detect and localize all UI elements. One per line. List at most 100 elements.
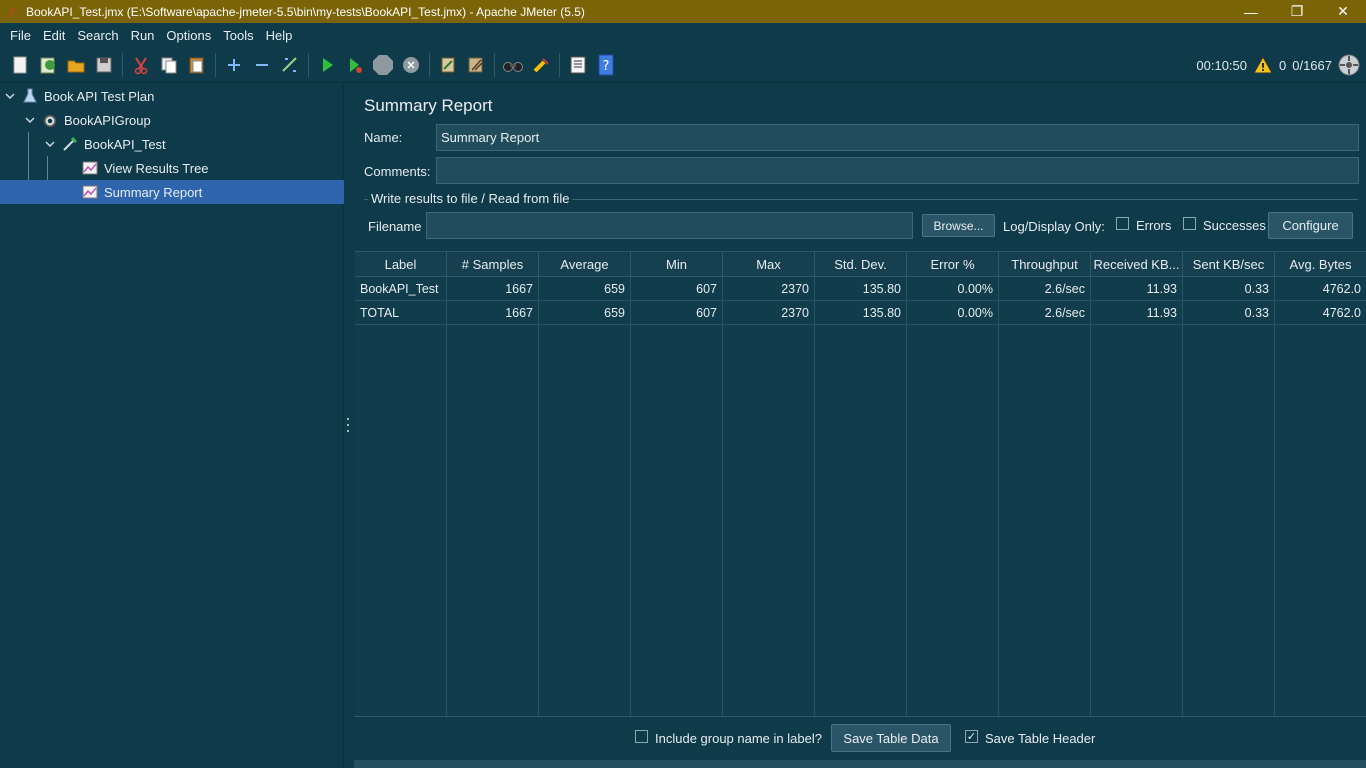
successes-checkbox[interactable]	[1183, 217, 1196, 230]
table-row[interactable]: TOTAL 1667 659 607 2370 135.80 0.00% 2.6…	[355, 301, 1366, 325]
tree-item-thread-group[interactable]: BookAPIGroup	[24, 108, 151, 132]
toolbar-separator	[215, 52, 216, 77]
column-header-label[interactable]: Label	[355, 252, 447, 276]
menu-bar: File Edit Search Run Options Tools Help	[0, 23, 1366, 47]
cut-icon[interactable]	[127, 51, 155, 79]
page-title: Summary Report	[364, 96, 493, 115]
table-cell: BookAPI_Test	[355, 277, 447, 300]
include-group-label: Include group name in label?	[655, 731, 822, 746]
comments-label: Comments:	[364, 164, 431, 179]
tree-item-summary-report[interactable]: Summary Report	[0, 180, 344, 204]
name-field[interactable]: Summary Report	[436, 124, 1359, 151]
chevron-down-icon[interactable]	[24, 114, 36, 126]
stop-icon[interactable]	[369, 51, 397, 79]
save-icon[interactable]	[90, 51, 118, 79]
open-icon[interactable]	[62, 51, 90, 79]
menu-help[interactable]: Help	[260, 28, 299, 43]
column-header-std-dev[interactable]: Std. Dev.	[815, 252, 907, 276]
table-cell: 607	[631, 301, 723, 324]
summary-report-panel: Summary Report Name: Summary Report Comm…	[354, 84, 1366, 768]
warning-icon[interactable]: !	[1253, 56, 1273, 74]
copy-icon[interactable]	[155, 51, 183, 79]
menu-search[interactable]: Search	[71, 28, 124, 43]
tree-item-test-plan[interactable]: Book API Test Plan	[4, 84, 154, 108]
close-button[interactable]: ✕	[1320, 0, 1366, 23]
start-no-pauses-icon[interactable]	[341, 51, 369, 79]
paste-icon[interactable]	[183, 51, 211, 79]
file-group-label: Write results to file / Read from file	[368, 191, 573, 206]
table-cell: 0.00%	[907, 277, 999, 300]
svg-text:!: !	[1260, 61, 1265, 74]
maximize-button[interactable]: ❐	[1274, 0, 1320, 23]
name-label: Name:	[364, 130, 403, 145]
table-cell: 2370	[723, 277, 815, 300]
toolbar-separator	[559, 52, 560, 77]
table-cell: 2370	[723, 301, 815, 324]
panel-splitter[interactable]	[346, 418, 350, 432]
toggle-icon[interactable]	[276, 51, 304, 79]
save-table-header-checkbox[interactable]: ✓	[965, 730, 978, 743]
reset-search-icon[interactable]	[527, 51, 555, 79]
graph-icon	[82, 184, 98, 200]
table-cell: 1667	[447, 277, 539, 300]
column-header-max[interactable]: Max	[723, 252, 815, 276]
clear-icon[interactable]	[434, 51, 462, 79]
column-gridlines	[355, 277, 1366, 716]
table-cell: 1667	[447, 301, 539, 324]
log-display-label: Log/Display Only:	[1003, 219, 1105, 234]
minimize-button[interactable]: —	[1228, 0, 1274, 23]
menu-tools[interactable]: Tools	[217, 28, 259, 43]
menu-edit[interactable]: Edit	[37, 28, 71, 43]
table-row[interactable]: BookAPI_Test 1667 659 607 2370 135.80 0.…	[355, 277, 1366, 301]
tree-item-sampler[interactable]: BookAPI_Test	[44, 132, 166, 156]
tree-item-label: BookAPIGroup	[64, 112, 151, 128]
toolbar-separator	[308, 52, 309, 77]
table-cell: 2.6/sec	[999, 277, 1091, 300]
save-table-data-button[interactable]: Save Table Data	[831, 724, 951, 752]
filename-field[interactable]	[426, 212, 913, 239]
toolbar-separator	[429, 52, 430, 77]
column-header-received-kb[interactable]: Received KB...	[1091, 252, 1183, 276]
column-header-throughput[interactable]: Throughput	[999, 252, 1091, 276]
test-plan-tree: Book API Test Plan BookAPIGroup BookAPI_…	[0, 84, 344, 768]
errors-checkbox[interactable]	[1116, 217, 1129, 230]
column-header-sent-kb[interactable]: Sent KB/sec	[1183, 252, 1275, 276]
save-table-header-label: Save Table Header	[985, 731, 1096, 746]
table-body: BookAPI_Test 1667 659 607 2370 135.80 0.…	[355, 277, 1366, 325]
graph-icon	[82, 160, 98, 176]
comments-field[interactable]	[436, 157, 1359, 184]
chevron-down-icon[interactable]	[44, 138, 56, 150]
configure-button[interactable]: Configure	[1268, 212, 1353, 239]
table-cell: 659	[539, 301, 631, 324]
shutdown-icon[interactable]	[397, 51, 425, 79]
new-icon[interactable]	[6, 51, 34, 79]
horizontal-scrollbar[interactable]	[354, 760, 1366, 768]
table-cell: 4762.0	[1322, 281, 1361, 296]
collapse-icon[interactable]	[248, 51, 276, 79]
search-icon[interactable]	[499, 51, 527, 79]
run-status: 00:10:50 ! 0 0/1667	[1196, 47, 1360, 83]
menu-file[interactable]: File	[4, 28, 37, 43]
column-header-error-pct[interactable]: Error %	[907, 252, 999, 276]
menu-options[interactable]: Options	[160, 28, 217, 43]
start-icon[interactable]	[313, 51, 341, 79]
column-header-avg-bytes[interactable]: Avg. Bytes	[1275, 252, 1366, 276]
table-cell: 0.33	[1183, 277, 1275, 300]
pipette-icon	[62, 136, 78, 152]
table-cell: 0.33	[1183, 301, 1275, 324]
browse-button[interactable]: Browse...	[922, 214, 995, 237]
column-header-min[interactable]: Min	[631, 252, 723, 276]
include-group-checkbox[interactable]	[635, 730, 648, 743]
clear-all-icon[interactable]	[462, 51, 490, 79]
column-header-samples[interactable]: # Samples	[447, 252, 539, 276]
function-helper-icon[interactable]	[564, 51, 592, 79]
table-cell: TOTAL	[355, 301, 447, 324]
tree-item-view-results-tree[interactable]: View Results Tree	[82, 156, 209, 180]
help-icon[interactable]: ?	[592, 51, 620, 79]
column-header-average[interactable]: Average	[539, 252, 631, 276]
expand-icon[interactable]	[220, 51, 248, 79]
templates-icon[interactable]	[34, 51, 62, 79]
menu-run[interactable]: Run	[125, 28, 161, 43]
errors-label: Errors	[1136, 218, 1172, 233]
chevron-down-icon[interactable]	[4, 90, 16, 102]
